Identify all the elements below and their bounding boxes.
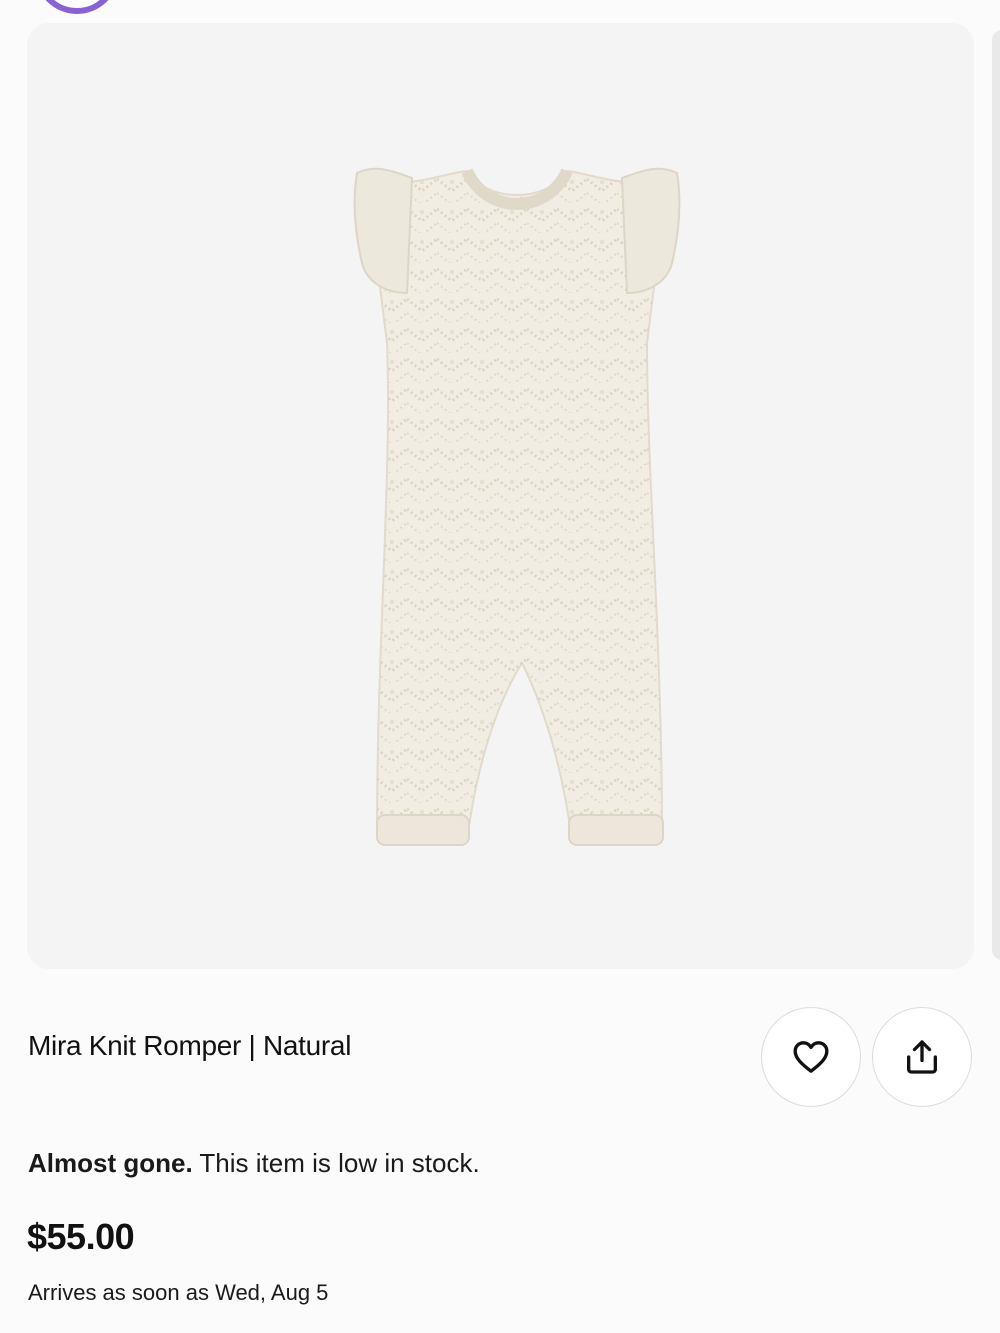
- product-image-card[interactable]: [27, 23, 974, 969]
- stock-text: This item is low in stock.: [192, 1148, 480, 1178]
- stock-status: Almost gone. This item is low in stock.: [28, 1148, 480, 1179]
- delivery-estimate: Arrives as soon as Wed, Aug 5: [28, 1280, 329, 1305]
- favorite-button[interactable]: [761, 1007, 861, 1107]
- next-image-card[interactable]: [992, 30, 1000, 960]
- stock-label: Almost gone.: [28, 1148, 193, 1178]
- product-title: Mira Knit Romper | Natural: [28, 1030, 352, 1061]
- share-icon: [907, 1040, 937, 1074]
- product-image: [353, 167, 681, 846]
- product-detail-page: Mira Knit Romper | Natural Almost gone. …: [0, 0, 1000, 1333]
- heart-icon: [793, 1041, 829, 1073]
- share-button[interactable]: [872, 1007, 972, 1107]
- product-price: $55.00: [27, 1216, 135, 1257]
- avatar[interactable]: [35, 0, 119, 14]
